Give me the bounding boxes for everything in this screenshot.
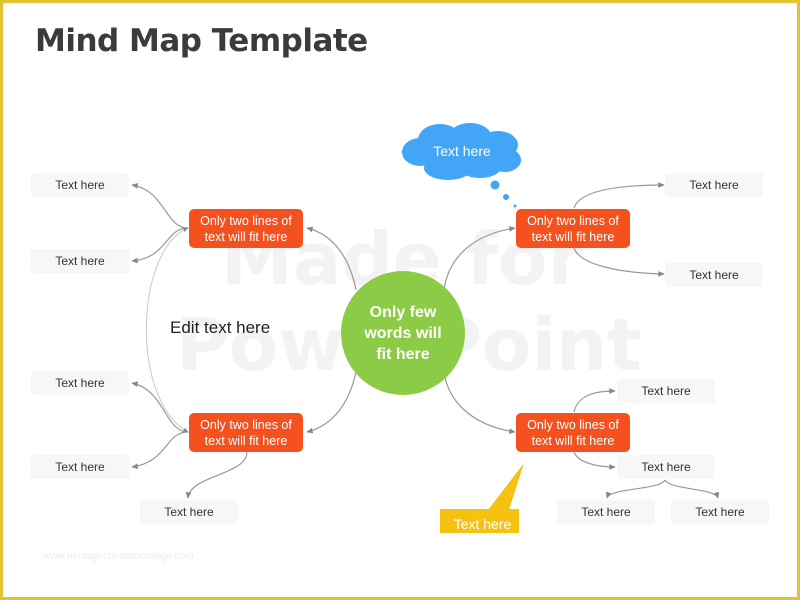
thought-cloud [402, 123, 521, 208]
connector-center-top-left [306, 226, 357, 291]
branch-label: Only two lines of text will fit here [200, 417, 292, 448]
connector-split-left [605, 479, 666, 499]
connector-center-top-right [443, 226, 516, 291]
branch-top-left[interactable]: Only two lines of text will fit here [189, 209, 303, 248]
leaf-label: Text here [581, 505, 631, 519]
leaf-label: Text here [641, 384, 691, 398]
connector-center-bottom-left [306, 371, 357, 434]
branch-label: Only two lines of text will fit here [527, 417, 619, 448]
connector-br-leaf1 [573, 388, 616, 413]
leaf-label: Text here [55, 254, 105, 268]
leaf-node[interactable]: Text here [617, 455, 715, 479]
leaf-label: Text here [55, 376, 105, 390]
branch-label: Only two lines of text will fit here [200, 213, 292, 244]
callout-label[interactable]: Text here [443, 512, 522, 536]
branch-label: Only two lines of text will fit here [527, 213, 619, 244]
connector-tr-leaf1 [573, 182, 665, 209]
connector-tr-leaf2 [573, 247, 665, 277]
leaf-label: Text here [55, 460, 105, 474]
connector-tl-leaf1 [131, 183, 189, 229]
slide: Made for PowerPoint Mind Map Template [0, 0, 800, 600]
branch-bottom-left[interactable]: Only two lines of text will fit here [189, 413, 303, 452]
leaf-label: Text here [55, 178, 105, 192]
branch-top-right[interactable]: Only two lines of text will fit here [516, 209, 630, 248]
connector-br-leaf2 [573, 451, 616, 470]
leaf-node[interactable]: Text here [31, 371, 129, 395]
central-label: Only few words will fit here [364, 303, 442, 363]
leaf-label: Text here [164, 505, 214, 519]
edit-text-label[interactable]: Edit text here [170, 318, 270, 338]
leaf-node[interactable]: Text here [140, 500, 238, 524]
leaf-node[interactable]: Text here [31, 249, 129, 273]
leaf-node[interactable]: Text here [671, 500, 769, 524]
leaf-node[interactable]: Text here [665, 173, 763, 197]
leaf-node[interactable]: Text here [557, 500, 655, 524]
connector-bl-leaf3 [185, 451, 248, 499]
leaf-node[interactable]: Text here [617, 379, 715, 403]
central-node[interactable]: Only few words will fit here [341, 271, 465, 395]
connector-bl-leaf2 [131, 431, 189, 470]
connector-bl-leaf1 [131, 381, 189, 433]
leaf-node[interactable]: Text here [31, 173, 129, 197]
footer-url: www.heritagechristiancollege.com [43, 551, 194, 562]
leaf-label: Text here [689, 178, 739, 192]
leaf-node[interactable]: Text here [665, 263, 763, 287]
connector-center-bottom-right [443, 371, 516, 434]
leaf-label: Text here [641, 460, 691, 474]
thought-cloud-label[interactable]: Text here [408, 143, 516, 159]
branch-bottom-right[interactable]: Only two lines of text will fit here [516, 413, 630, 452]
leaf-node[interactable]: Text here [31, 455, 129, 479]
connector-split-right [664, 479, 720, 499]
leaf-label: Text here [689, 268, 739, 282]
leaf-label: Text here [695, 505, 745, 519]
